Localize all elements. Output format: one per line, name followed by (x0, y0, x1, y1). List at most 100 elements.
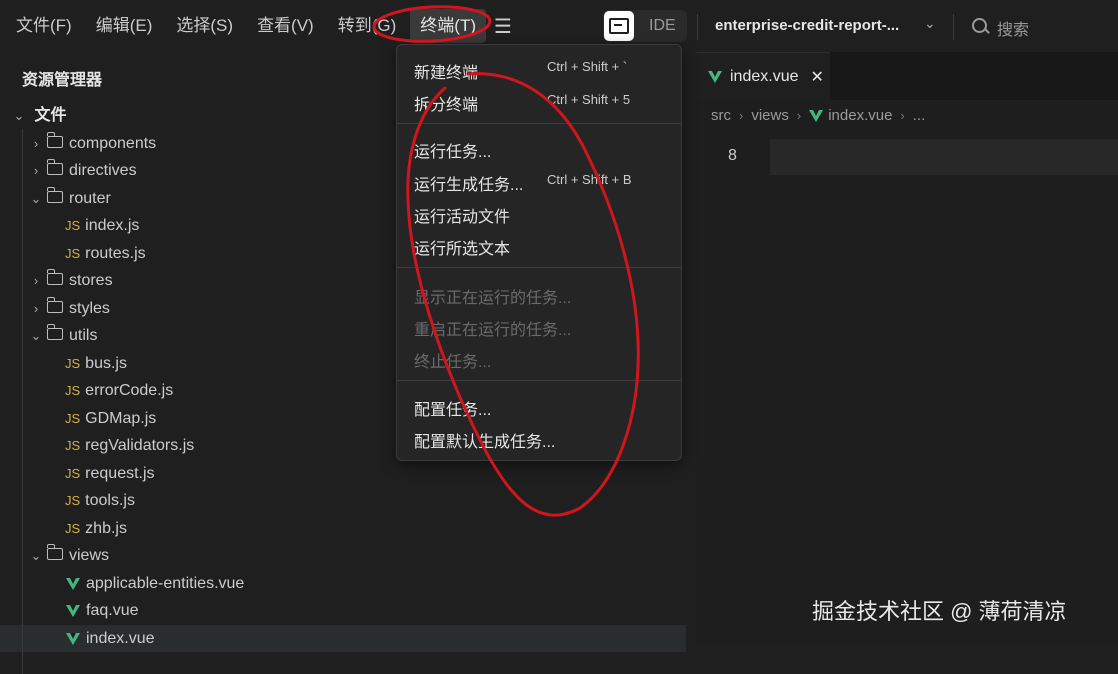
menu-item-run-active-file[interactable]: 运行活动文件 (414, 203, 510, 227)
js-file-icon: JS (65, 466, 81, 481)
folder-open-icon (47, 544, 63, 561)
menu-file[interactable]: 文件(F) (6, 9, 82, 43)
project-name[interactable]: enterprise-credit-report-... (715, 17, 899, 34)
tree-item-label: stores (69, 272, 113, 289)
tree-item-label: faq.vue (86, 602, 139, 619)
folder-open-icon (47, 324, 63, 341)
js-file-icon: JS (65, 383, 81, 398)
tree-file[interactable]: JS tools.js (0, 487, 686, 514)
menu-divider (397, 123, 681, 124)
tree-item-label: zhb.js (85, 520, 127, 537)
breadcrumb: src › views › index.vue › ... (711, 107, 925, 124)
shortcut-split-terminal: Ctrl + Shift + 5 (547, 92, 631, 107)
js-file-icon: JS (65, 438, 81, 453)
tab-index-vue[interactable]: index.vue ✕ (696, 52, 830, 101)
watermark: 掘金技术社区 @ 薄荷清凉 (812, 599, 1067, 624)
tree-root-label: 文件 (34, 107, 67, 124)
tab-bar: index.vue ✕ (696, 52, 1118, 101)
menu-item-configure-default-build-task[interactable]: 配置默认生成任务... (414, 428, 555, 452)
vue-file-icon (708, 71, 722, 83)
terminal-menu: 新建终端 Ctrl + Shift + ` 拆分终端 Ctrl + Shift … (396, 44, 682, 461)
vue-file-icon (66, 577, 80, 590)
menu-terminal[interactable]: 终端(T) (410, 9, 486, 43)
js-file-icon: JS (65, 246, 81, 261)
search-icon[interactable] (972, 18, 987, 33)
ide-mode-label[interactable]: IDE (649, 17, 676, 35)
explorer-title: 资源管理器 (22, 72, 103, 89)
menu-item-run-selected-text[interactable]: 运行所选文本 (414, 235, 510, 259)
js-file-icon: JS (65, 521, 81, 536)
shortcut-run-build-task: Ctrl + Shift + B (547, 172, 632, 187)
menu-goto[interactable]: 转到(G) (328, 9, 407, 43)
search-input[interactable]: 搜索 (997, 16, 1029, 40)
folder-icon (47, 297, 63, 314)
js-file-icon: JS (65, 411, 81, 426)
breadcrumb-item[interactable]: src (711, 107, 731, 124)
chevron-right-icon[interactable]: › (29, 295, 43, 322)
current-line-highlight[interactable] (770, 139, 1118, 175)
line-number: 8 (728, 147, 737, 164)
menu-list: 文件(F) 编辑(E) 选择(S) 查看(V) 转到(G) 终端(T) ☰ (2, 9, 512, 43)
folder-open-icon (47, 187, 63, 204)
tree-item-label: directives (69, 162, 137, 179)
tree-item-label: errorCode.js (85, 382, 174, 399)
tree-item-label: tools.js (85, 492, 135, 509)
tree-file[interactable]: JS request.js (0, 460, 686, 487)
breadcrumb-item[interactable]: views (751, 107, 789, 124)
tree-item-label: GDMap.js (85, 410, 157, 427)
tree-item-label: regValidators.js (85, 437, 195, 454)
menu-edit[interactable]: 编辑(E) (86, 9, 163, 43)
folder-icon (47, 132, 63, 149)
chevron-down-icon[interactable]: ⌄ (29, 322, 43, 349)
menu-view[interactable]: 查看(V) (247, 9, 324, 43)
menu-item-restart-running-task: 重启正在运行的任务... (414, 322, 572, 339)
menu-selection[interactable]: 选择(S) (166, 9, 243, 43)
tree-item-label: routes.js (85, 245, 146, 262)
tree-file[interactable]: JS zhb.js (0, 515, 686, 542)
menu-item-split-terminal[interactable]: 拆分终端 (414, 91, 478, 115)
chevron-right-icon: › (900, 108, 905, 123)
tree-item-label: bus.js (85, 355, 127, 372)
chevron-down-icon[interactable]: ⌄ (12, 102, 26, 129)
close-icon[interactable]: ✕ (811, 67, 824, 87)
chevron-right-icon: › (739, 108, 744, 123)
breadcrumb-item[interactable]: ... (913, 107, 926, 124)
tree-item-label: components (69, 135, 157, 152)
chevron-down-icon[interactable]: ⌄ (29, 185, 43, 212)
tree-item-label: applicable-entities.vue (86, 575, 245, 592)
menu-divider (397, 380, 681, 381)
folder-icon (47, 159, 63, 176)
tree-file[interactable]: faq.vue (0, 597, 686, 624)
editor: index.vue ✕ src › views › index.vue › ..… (696, 52, 1118, 644)
menu-item-new-terminal[interactable]: 新建终端 (414, 59, 478, 83)
menu-item-configure-tasks[interactable]: 配置任务... (414, 396, 491, 420)
js-file-icon: JS (65, 493, 81, 508)
chevron-right-icon[interactable]: › (29, 130, 43, 157)
tree-item-label: router (69, 190, 111, 207)
tree-folder[interactable]: ⌄ views (0, 542, 686, 569)
chevron-right-icon[interactable]: › (29, 267, 43, 294)
tree-item-label: utils (69, 327, 98, 344)
tree-item-label: views (69, 547, 110, 564)
chevron-down-icon[interactable]: ⌄ (924, 15, 936, 32)
menu-item-run-build-task[interactable]: 运行生成任务... (414, 171, 523, 195)
ide-toggle[interactable]: IDE (603, 10, 687, 42)
breadcrumb-item[interactable]: index.vue (828, 107, 892, 124)
menu-item-run-task[interactable]: 运行任务... (414, 138, 491, 162)
divider (953, 14, 954, 40)
hamburger-menu-icon[interactable]: ☰ (494, 14, 512, 39)
tree-item-label: index.vue (86, 630, 155, 647)
chevron-down-icon[interactable]: ⌄ (29, 542, 43, 569)
menu-item-show-running-tasks: 显示正在运行的任务... (414, 290, 572, 307)
vue-file-icon (809, 109, 824, 122)
tree-item-label: index.js (85, 217, 140, 234)
js-file-icon: JS (65, 356, 81, 371)
chevron-right-icon[interactable]: › (29, 157, 43, 184)
tree-file[interactable]: applicable-entities.vue (0, 570, 686, 597)
chevron-right-icon: › (796, 108, 802, 123)
tab-label: index.vue (730, 68, 799, 85)
tree-file[interactable]: index.vue (0, 625, 686, 652)
menu-divider (397, 267, 681, 268)
divider (697, 14, 698, 40)
chat-mode-icon[interactable] (604, 11, 634, 41)
